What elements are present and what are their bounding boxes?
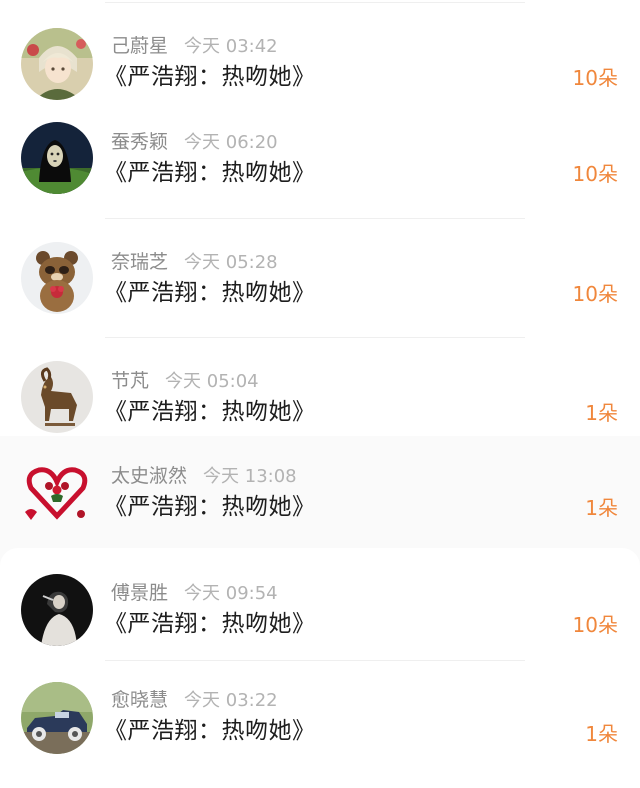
send-time: 今天 05:04 — [165, 371, 259, 392]
list-item[interactable]: 愈晓慧 今天 03:22 《严浩翔：热吻她》 1朵 — [0, 662, 640, 770]
raccoon-plush-avatar[interactable] — [21, 242, 93, 314]
gift-title: 《严浩翔：热吻她》 — [104, 160, 316, 186]
sender-name-text: 愈晓慧 — [111, 689, 169, 711]
sender-name-text: 蚕秀颖 — [111, 131, 169, 153]
sender-name: 蚕秀颖 今天 06:20 — [111, 130, 278, 155]
sender-name: 愈晓慧 今天 03:22 — [111, 688, 278, 713]
list-item[interactable]: 蚕秀颖 今天 06:20 《严浩翔：热吻她》 10朵 — [0, 110, 640, 218]
gift-title: 《严浩翔：热吻她》 — [104, 718, 316, 744]
send-time: 今天 06:20 — [184, 132, 278, 153]
sender-name-text: 节芃 — [111, 370, 150, 392]
sender-name: 节芃 今天 05:04 — [111, 369, 259, 394]
vintage-car-avatar[interactable] — [21, 682, 93, 754]
list-item[interactable]: 太史淑然 今天 13:08 《严浩翔：热吻她》 1朵 — [0, 444, 640, 548]
gift-count: 1朵 — [585, 496, 618, 520]
sender-name-text: 己蔚星 — [111, 35, 169, 57]
girl-photo-avatar[interactable] — [21, 574, 93, 646]
gift-count: 10朵 — [572, 613, 618, 637]
sender-name-text: 奈瑞芝 — [111, 251, 169, 273]
bronze-goat-avatar[interactable] — [21, 361, 93, 433]
list-item[interactable]: 傅景胜 今天 09:54 《严浩翔：热吻她》 10朵 — [0, 552, 640, 660]
gift-count: 1朵 — [585, 401, 618, 425]
sender-name-text: 傅景胜 — [111, 582, 169, 604]
row-divider — [105, 218, 525, 219]
gift-count: 10朵 — [572, 282, 618, 306]
row-divider — [105, 337, 525, 338]
rose-heart-avatar[interactable] — [21, 456, 93, 528]
row-divider — [105, 660, 525, 661]
gift-count: 10朵 — [572, 66, 618, 90]
list-item[interactable]: 节芃 今天 05:04 《严浩翔：热吻她》 1朵 — [0, 340, 640, 440]
gift-title: 《严浩翔：热吻她》 — [104, 494, 316, 520]
sender-name-text: 太史淑然 — [111, 465, 188, 487]
send-time: 今天 05:28 — [184, 252, 278, 273]
sender-name: 太史淑然 今天 13:08 — [111, 464, 297, 489]
anime-boy-avatar[interactable] — [21, 28, 93, 100]
gift-count: 1朵 — [585, 722, 618, 746]
gift-record-list: 己蔚星 今天 03:42 《严浩翔：热吻她》 10朵 蚕秀颖 今天 06:20 《严… — [0, 0, 640, 788]
list-item[interactable]: 己蔚星 今天 03:42 《严浩翔：热吻她》 10朵 — [0, 0, 640, 110]
send-time: 今天 03:42 — [184, 36, 278, 57]
send-time: 今天 09:54 — [184, 583, 278, 604]
gift-count: 10朵 — [572, 162, 618, 186]
gift-title: 《严浩翔：热吻她》 — [104, 64, 316, 90]
list-item[interactable]: 奈瑞芝 今天 05:28 《严浩翔：热吻她》 10朵 — [0, 222, 640, 336]
gift-title: 《严浩翔：热吻她》 — [104, 611, 316, 637]
sender-name: 奈瑞芝 今天 05:28 — [111, 250, 278, 275]
gift-title: 《严浩翔：热吻她》 — [104, 399, 316, 425]
masked-figure-avatar[interactable] — [21, 122, 93, 194]
send-time: 今天 03:22 — [184, 690, 278, 711]
gift-title: 《严浩翔：热吻她》 — [104, 280, 316, 306]
sender-name: 傅景胜 今天 09:54 — [111, 581, 278, 606]
sender-name: 己蔚星 今天 03:42 — [111, 34, 278, 59]
send-time: 今天 13:08 — [203, 466, 297, 487]
